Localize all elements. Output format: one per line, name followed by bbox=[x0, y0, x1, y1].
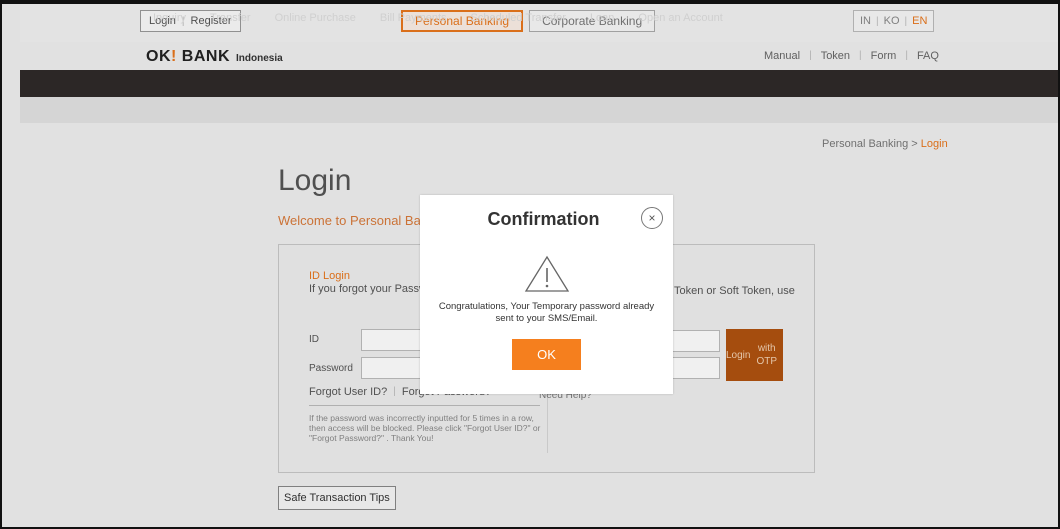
dialog-message: Congratulations, Your Temporary password… bbox=[438, 301, 655, 324]
close-icon[interactable]: × bbox=[641, 207, 663, 229]
dialog-title: Confirmation bbox=[487, 209, 600, 229]
confirmation-dialog: Confirmation × Congratulations, Your Tem… bbox=[420, 195, 673, 394]
ok-button[interactable]: OK bbox=[512, 339, 581, 370]
warning-icon bbox=[524, 255, 570, 292]
browser-frame: Login | Register Personal Banking Corpor… bbox=[0, 0, 1060, 529]
